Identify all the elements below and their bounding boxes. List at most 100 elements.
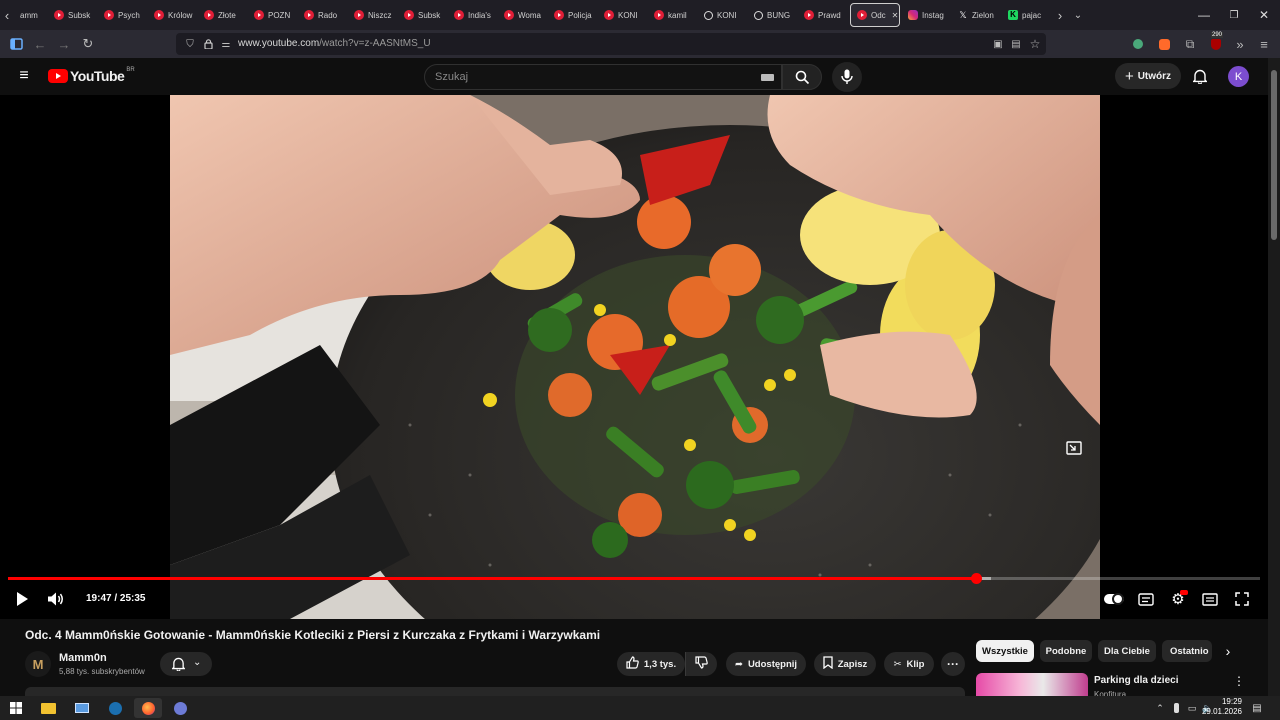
sidebar-toggle-icon[interactable] — [6, 34, 26, 54]
system-clock[interactable]: 19:29 29.01.2026 — [1196, 697, 1242, 717]
tab-scroll-left-icon[interactable]: ‹ — [0, 5, 14, 25]
progress-scrubber[interactable] — [970, 573, 982, 584]
chip-related[interactable]: Podobne — [1040, 640, 1092, 662]
tray-chevron-icon[interactable]: ⌃ — [1152, 698, 1168, 718]
video-frame[interactable] — [170, 95, 1100, 619]
autoplay-toggle[interactable] — [1103, 589, 1125, 609]
reload-button[interactable]: ↻ — [78, 34, 98, 54]
chips-next-chevron-icon[interactable]: › — [1218, 641, 1238, 661]
channel-name[interactable]: Mamm0n — [59, 652, 107, 664]
browser-tab[interactable]: POZN — [248, 0, 298, 30]
browser-tab[interactable]: Psych — [98, 0, 148, 30]
browser-tab[interactable]: amm — [14, 0, 48, 30]
browser-tab[interactable]: Niszcz — [348, 0, 398, 30]
mute-button[interactable] — [46, 589, 66, 609]
firefox-extension-icon[interactable] — [1154, 34, 1174, 54]
create-button[interactable]: + Utwórz — [1115, 63, 1181, 89]
computer-icon[interactable] — [68, 698, 96, 718]
youtube-logo[interactable]: YouTube BR — [48, 67, 135, 84]
reader-view-icon[interactable]: ▤ — [1006, 34, 1026, 54]
start-windows-icon[interactable] — [2, 698, 30, 718]
more-actions-button[interactable]: ··· — [941, 652, 965, 676]
subscription-notifications-button[interactable]: ⌄ — [160, 652, 212, 676]
tracking-shield-icon[interactable]: ⛉ — [180, 34, 200, 54]
tab-label: POZN — [268, 10, 291, 20]
tab-label: Prawd — [818, 10, 841, 20]
browser-tab[interactable]: India's — [448, 0, 498, 30]
restore-button[interactable]: ❐ — [1218, 0, 1250, 30]
chip-all[interactable]: Wszystkie — [976, 640, 1034, 662]
browser-tab[interactable]: Prawd — [798, 0, 848, 30]
browser-tab[interactable]: KONI — [598, 0, 648, 30]
browser-tab[interactable]: Policja — [548, 0, 598, 30]
clip-button[interactable]: ✂ Klip — [884, 652, 934, 676]
vpn-extension-icon[interactable] — [1128, 34, 1148, 54]
tray-app-icon[interactable] — [1168, 698, 1184, 718]
search-input[interactable]: Szukaj — [424, 64, 782, 90]
extensions-puzzle-icon[interactable]: ⧉ — [1180, 34, 1200, 54]
theater-mode-button[interactable] — [1200, 589, 1220, 609]
browser-tab[interactable]: Instag — [902, 0, 952, 30]
recommendation-menu-icon[interactable]: ⋮ — [1229, 671, 1249, 691]
video-player[interactable]: 19:47 / 25:35 ⚙ — [0, 95, 1268, 619]
browser-tab[interactable]: BUNG — [748, 0, 798, 30]
page-scrollbar[interactable] — [1268, 58, 1280, 696]
progress-bar[interactable] — [8, 573, 1260, 584]
bookmark-star-icon[interactable]: ☆ — [1025, 34, 1045, 54]
fullscreen-button[interactable] — [1232, 589, 1252, 609]
share-button[interactable]: ➦ Udostępnij — [726, 652, 806, 676]
scrollbar-thumb[interactable] — [1271, 70, 1277, 240]
tab-active[interactable]: Odc ✕ — [850, 3, 900, 27]
app-icon[interactable] — [166, 698, 194, 718]
chip-for-you[interactable]: Dla Ciebie — [1098, 640, 1156, 662]
guide-menu-icon[interactable]: ≡ — [14, 66, 34, 86]
recommendation-title[interactable]: Parking dla dzieci — [1094, 675, 1178, 686]
back-button[interactable]: ← — [30, 34, 50, 54]
browser-tab[interactable]: Złote — [198, 0, 248, 30]
tab-scroll-right-icon[interactable]: › — [1052, 5, 1068, 25]
forward-button[interactable]: → — [54, 34, 74, 54]
subtitles-button[interactable] — [1136, 589, 1156, 609]
tab-list-chevron-icon[interactable]: ⌄ — [1068, 5, 1088, 25]
miniplayer-overlay-icon[interactable] — [1064, 438, 1084, 458]
app-menu-icon[interactable]: ≡ — [1254, 34, 1274, 54]
browser-tab[interactable]: Królow — [148, 0, 198, 30]
notifications-icon[interactable]: ▤ — [1246, 698, 1268, 718]
channel-avatar[interactable]: M — [25, 651, 51, 677]
search-button[interactable] — [782, 64, 822, 90]
account-avatar[interactable]: K — [1228, 66, 1249, 87]
browser-tab[interactable]: KONI — [698, 0, 748, 30]
file-explorer-icon[interactable] — [34, 698, 62, 718]
play-button[interactable] — [12, 589, 32, 609]
firefox-icon[interactable] — [134, 698, 162, 718]
dislike-button[interactable] — [685, 652, 717, 676]
site-favicon-icon — [704, 10, 713, 20]
lock-icon[interactable] — [198, 34, 218, 54]
browser-tab[interactable]: Kpajac — [1002, 0, 1052, 30]
fullscreen-icon — [1235, 592, 1249, 606]
browser-tab[interactable]: Woma — [498, 0, 548, 30]
subscriber-count: 5,88 tys. subskrybentów — [59, 667, 145, 676]
permissions-icon[interactable]: ⚌ — [216, 34, 236, 54]
browser-tab[interactable]: Subsk — [398, 0, 448, 30]
picture-in-picture-icon[interactable]: ▣ — [988, 34, 1008, 54]
minimize-button[interactable]: — — [1188, 0, 1220, 30]
browser-tab[interactable]: kamil — [648, 0, 698, 30]
keyboard-icon[interactable] — [761, 74, 774, 81]
settings-button[interactable]: ⚙ — [1168, 589, 1188, 609]
save-button[interactable]: Zapisz — [814, 652, 876, 676]
like-button[interactable]: 1,3 tys. — [617, 652, 685, 676]
notifications-bell-icon[interactable] — [1190, 66, 1210, 86]
tab-label: Woma — [518, 10, 541, 20]
voice-search-button[interactable] — [832, 62, 862, 92]
browser-tab[interactable]: 𝕏 Zielon — [952, 0, 1002, 30]
browser-tab[interactable]: Rado — [298, 0, 348, 30]
steam-icon[interactable] — [101, 698, 129, 718]
ublock-extension-icon[interactable]: 290 — [1206, 32, 1226, 54]
close-tab-icon[interactable]: ✕ — [892, 11, 899, 20]
chip-recent[interactable]: Ostatnio — [1162, 640, 1212, 662]
close-window-button[interactable]: ✕ — [1248, 0, 1280, 30]
address-bar[interactable]: ⛉ ⚌ www.youtube.com/watch?v=z-AASNtMS_U … — [176, 33, 1046, 55]
overflow-chevrons-icon[interactable]: » — [1230, 34, 1250, 54]
browser-tab[interactable]: Subsk — [48, 0, 98, 30]
